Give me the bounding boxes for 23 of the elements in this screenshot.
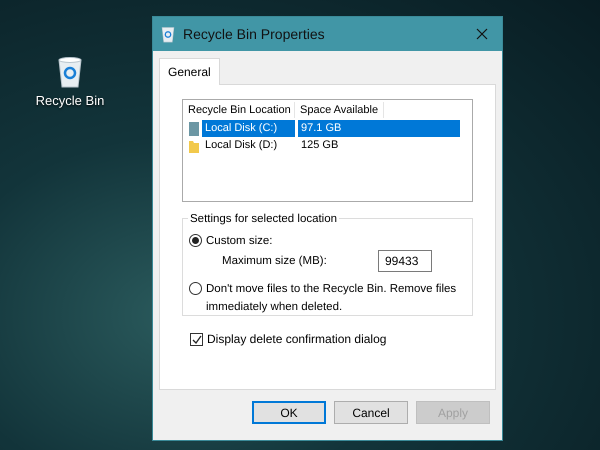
dialog-button[interactable]: OK xyxy=(252,401,326,424)
radio-button[interactable] xyxy=(189,282,202,296)
recycle-bin-icon xyxy=(161,25,175,43)
column-header[interactable]: Space Available xyxy=(295,102,384,118)
list-item[interactable]: Local Disk (D:) xyxy=(202,137,295,154)
radio-label[interactable]: Don't move files to the Recycle Bin. Remove files immediately when deleted. xyxy=(206,281,466,316)
radio-button[interactable] xyxy=(189,234,202,247)
desktop-icon-label[interactable]: Recycle Bin xyxy=(36,91,104,110)
window-title: Recycle Bin Properties xyxy=(183,24,326,44)
dialog-button[interactable]: Cancel xyxy=(334,401,408,424)
field-label: Maximum size (MB): xyxy=(222,254,328,269)
drive-icon xyxy=(189,122,199,136)
list-cell-text: 125 GB xyxy=(300,138,340,154)
folder-icon xyxy=(189,138,199,152)
checkbox[interactable] xyxy=(190,332,203,346)
recycle-bin-icon[interactable] xyxy=(57,56,83,88)
list-item[interactable]: Local Disk (C:) xyxy=(202,120,295,137)
list-cell: 97.1 GB xyxy=(298,120,460,137)
checkbox-label[interactable]: Display delete confirmation dialog xyxy=(207,330,386,348)
radio-label[interactable]: Custom size: xyxy=(206,233,432,250)
tab[interactable]: General xyxy=(159,58,220,85)
size-field[interactable]: 99433 xyxy=(378,250,432,272)
column-header[interactable]: Recycle Bin Location xyxy=(183,102,295,118)
